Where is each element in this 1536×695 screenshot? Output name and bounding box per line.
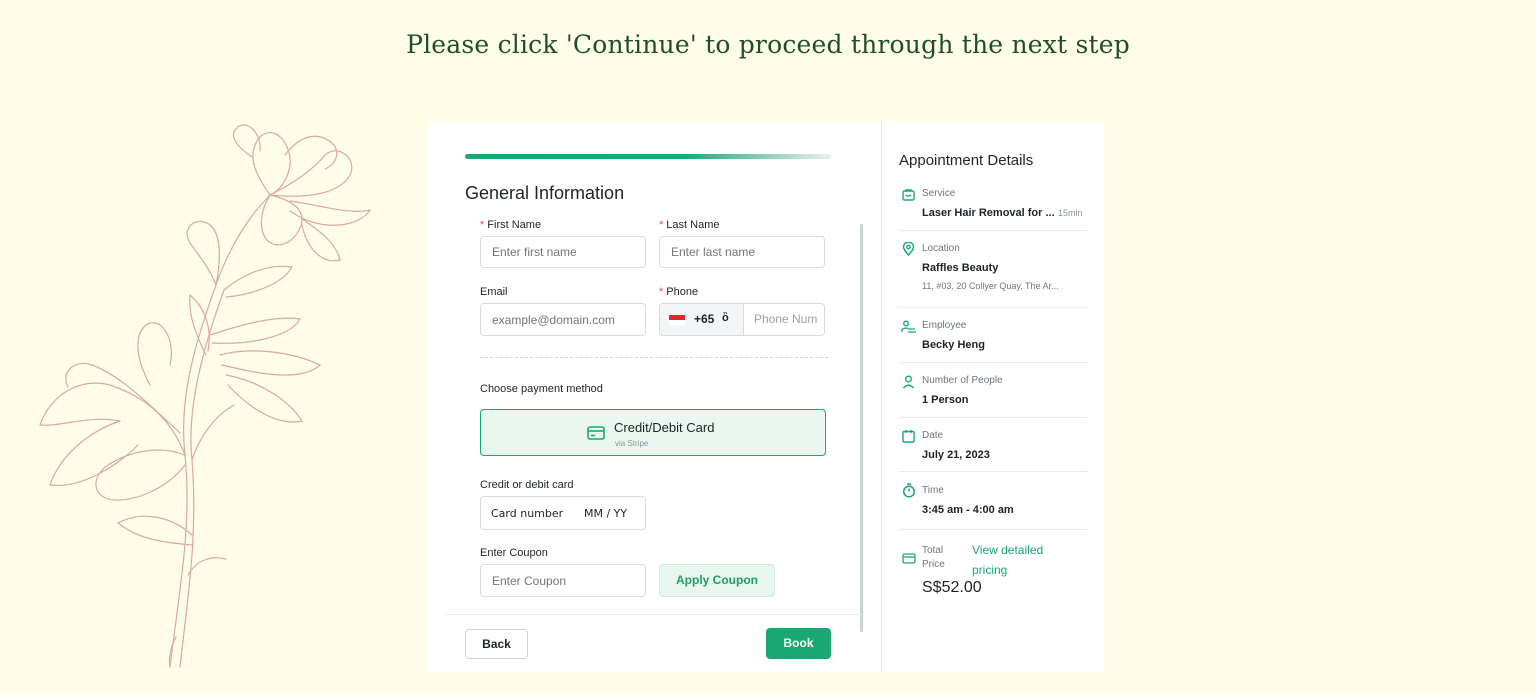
appointment-details-panel: Appointment Details Service Laser Hair R… [881, 121, 1105, 672]
time-label: Time [922, 485, 944, 496]
person-icon [902, 375, 915, 389]
service-label: Service [922, 188, 956, 199]
footer-divider [446, 614, 862, 615]
divider [899, 417, 1087, 418]
chevron-down-icon: ὂ [722, 312, 729, 324]
card-expiry-placeholder: MM / YY [584, 507, 628, 520]
phone-label: * Phone [659, 286, 699, 298]
coupon-input[interactable] [480, 564, 646, 597]
total-price-label-line2: Price [922, 559, 945, 570]
divider [899, 362, 1087, 363]
service-bag-icon [902, 189, 915, 201]
first-name-label: * First Name [480, 219, 542, 231]
details-title: Appointment Details [899, 152, 1034, 169]
country-code-select[interactable]: +65 ὂ [660, 304, 744, 335]
general-information-form: General Information *First Name *Last Na… [428, 121, 881, 672]
back-button[interactable]: Back [465, 629, 528, 659]
total-price-label-line1: Total [922, 545, 944, 556]
divider [480, 357, 828, 358]
credit-debit-card-option[interactable]: Credit/Debit Card via Stripe [480, 409, 826, 456]
page-headline: Please click 'Continue' to proceed throu… [406, 30, 1130, 59]
card-input[interactable]: Card number MM / YY [480, 496, 646, 530]
first-name-input[interactable] [480, 236, 646, 268]
dial-code: +65 [694, 312, 715, 326]
apply-coupon-button[interactable]: Apply Coupon [659, 564, 775, 597]
book-button[interactable]: Book [766, 628, 831, 659]
form-scrollbar[interactable] [860, 224, 863, 632]
divider [899, 529, 1087, 530]
people-value: 1 Person [922, 394, 969, 406]
employee-label: Employee [922, 320, 967, 331]
calendar-icon [902, 430, 915, 443]
employee-value: Becky Heng [922, 339, 985, 351]
last-name-input[interactable] [659, 236, 825, 268]
total-price-value: S$52.00 [922, 579, 982, 596]
credit-card-icon [587, 426, 605, 440]
coupon-label: Enter Coupon [480, 547, 548, 559]
date-label: Date [922, 430, 944, 441]
people-label: Number of People [922, 375, 1003, 386]
email-label: Email [480, 286, 508, 298]
view-detailed-pricing-link[interactable]: View detailed pricing [972, 540, 1072, 580]
email-input[interactable] [480, 303, 646, 336]
booking-card: General Information *First Name *Last Na… [428, 121, 1104, 672]
form-title: General Information [465, 183, 625, 203]
price-card-icon [902, 553, 916, 564]
phone-field: +65 ὂ Phone Num [659, 303, 825, 336]
payment-option-subtitle: via Stripe [615, 439, 649, 448]
singapore-flag-icon [669, 315, 685, 325]
location-value: Raffles Beauty [922, 262, 999, 274]
stopwatch-icon [902, 483, 916, 498]
phone-number-input[interactable]: Phone Num [754, 312, 817, 326]
card-label: Credit or debit card [480, 479, 574, 491]
progress-bar [465, 154, 831, 159]
last-name-label: * Last Name [659, 219, 720, 231]
payment-option-title: Credit/Debit Card [614, 420, 715, 435]
payment-method-label: Choose payment method [480, 383, 603, 395]
card-number-placeholder: Card number [491, 507, 564, 520]
service-value: Laser Hair Removal for ... [922, 207, 1055, 219]
divider [899, 307, 1087, 308]
date-value: July 21, 2023 [922, 449, 990, 461]
location-address: 11, #03, 20 Collyer Quay, The Ar... [922, 281, 1059, 291]
location-label: Location [922, 243, 960, 254]
flower-illustration [39, 124, 372, 668]
time-value: 3:45 am - 4:00 am [922, 504, 1014, 516]
location-pin-icon [902, 242, 915, 256]
divider [899, 230, 1087, 231]
service-duration: 15min [1058, 208, 1083, 218]
divider [899, 471, 1087, 472]
employee-icon [901, 320, 916, 333]
